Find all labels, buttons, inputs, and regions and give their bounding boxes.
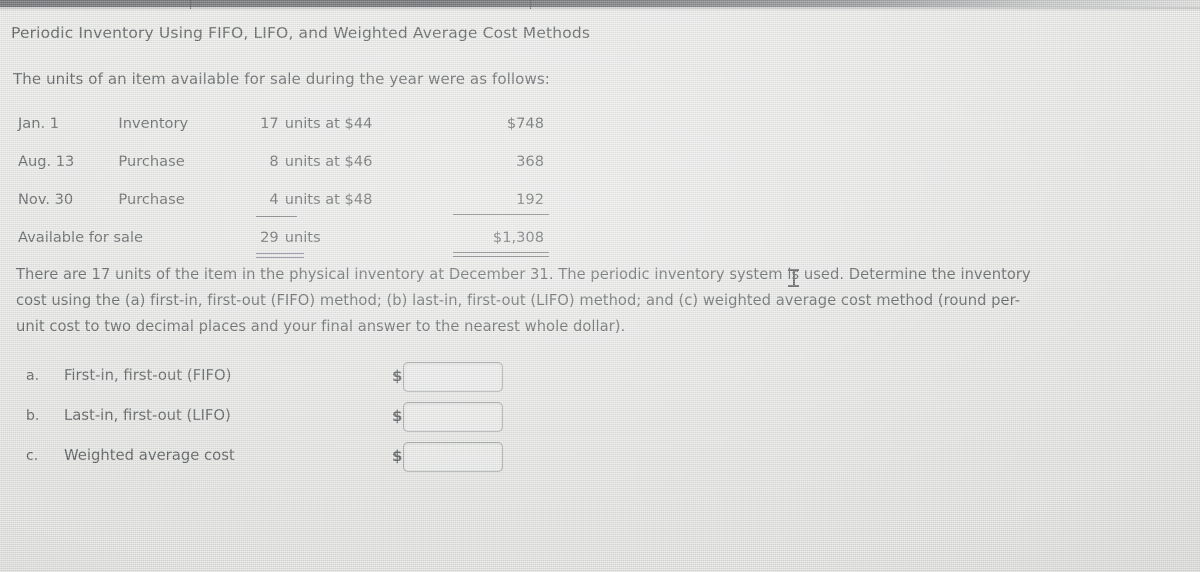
- amount-double-rule-upper: [453, 252, 549, 253]
- row-amount: $748: [506, 114, 544, 132]
- row-date: Jan. 1: [18, 114, 60, 132]
- row-description: Inventory: [118, 114, 189, 132]
- answer-row-weighted-average: c. Weighted average cost $: [0, 442, 560, 474]
- row-date: Nov. 30: [18, 190, 74, 208]
- answer-row-fifo: a. First-in, first-out (FIFO) $: [0, 362, 560, 394]
- row-quantity: 8: [269, 152, 279, 170]
- currency-symbol-icon: $: [392, 407, 403, 425]
- lifo-answer-input[interactable]: [403, 402, 503, 432]
- units-double-rule-lower: [256, 257, 304, 258]
- inventory-table: Jan. 1 Inventory 17 units at $44 $748 Aug…: [0, 104, 570, 256]
- fifo-answer-input[interactable]: [403, 362, 503, 392]
- row-description: Purchase: [118, 190, 185, 208]
- answer-letter: b.: [26, 408, 40, 424]
- table-row: Aug. 13 Purchase 8 units at $46 368: [0, 142, 570, 180]
- row-description: Purchase: [118, 152, 185, 170]
- problem-content: Periodic Inventory Using FIFO, LIFO, and…: [0, 0, 1200, 572]
- row-quantity: 4: [269, 190, 279, 208]
- answer-label: Last-in, first-out (LIFO): [64, 407, 231, 424]
- row-amount: 368: [516, 152, 544, 170]
- total-amount: $1,308: [492, 228, 544, 246]
- row-units-text: units at $48: [284, 190, 373, 208]
- units-double-rule-upper: [256, 253, 304, 254]
- total-quantity: 29: [260, 228, 279, 246]
- requirement-line-1: There are 17 units of the item in the ph…: [16, 266, 1031, 283]
- photographed-screen-page: Periodic Inventory Using FIFO, LIFO, and…: [0, 0, 1200, 572]
- answer-label: First-in, first-out (FIFO): [64, 367, 232, 384]
- currency-symbol-icon: $: [392, 367, 403, 385]
- weighted-average-answer-input[interactable]: [403, 442, 503, 472]
- table-total-row: Available for sale 29 units $1,308: [0, 218, 570, 256]
- total-units-text: units: [284, 228, 321, 246]
- total-label: Available for sale: [18, 228, 143, 246]
- table-row: Nov. 30 Purchase 4 units at $48 192: [0, 180, 570, 218]
- currency-symbol-icon: $: [392, 447, 403, 465]
- units-subtotal-rule: [256, 216, 297, 217]
- row-units-text: units at $44: [284, 114, 373, 132]
- answer-label: Weighted average cost: [64, 447, 235, 464]
- page-title: Periodic Inventory Using FIFO, LIFO, and…: [11, 24, 591, 42]
- table-row: Jan. 1 Inventory 17 units at $44 $748: [0, 104, 570, 142]
- answer-letter: a.: [26, 368, 40, 384]
- amount-double-rule-lower: [453, 256, 549, 257]
- row-units-text: units at $46: [284, 152, 373, 170]
- answer-letter: c.: [26, 448, 39, 464]
- requirement-paragraph: There are 17 units of the item in the ph…: [16, 262, 1200, 340]
- row-date: Aug. 13: [18, 152, 75, 170]
- answer-row-lifo: b. Last-in, first-out (LIFO) $: [0, 402, 560, 434]
- requirement-line-3: unit cost to two decimal places and your…: [16, 318, 626, 335]
- problem-intro-text: The units of an item available for sale …: [13, 70, 550, 88]
- row-quantity: 17: [260, 114, 279, 132]
- total-units-cell: 29 units: [233, 218, 451, 256]
- row-amount: 192: [516, 190, 544, 208]
- row-units-cell: 8 units at $46: [233, 142, 451, 180]
- row-units-cell: 4 units at $48: [233, 180, 451, 218]
- requirement-line-2: cost using the (a) first-in, first-out (…: [16, 292, 1021, 309]
- row-units-cell: 17 units at $44: [233, 104, 451, 142]
- amount-subtotal-rule: [453, 214, 549, 215]
